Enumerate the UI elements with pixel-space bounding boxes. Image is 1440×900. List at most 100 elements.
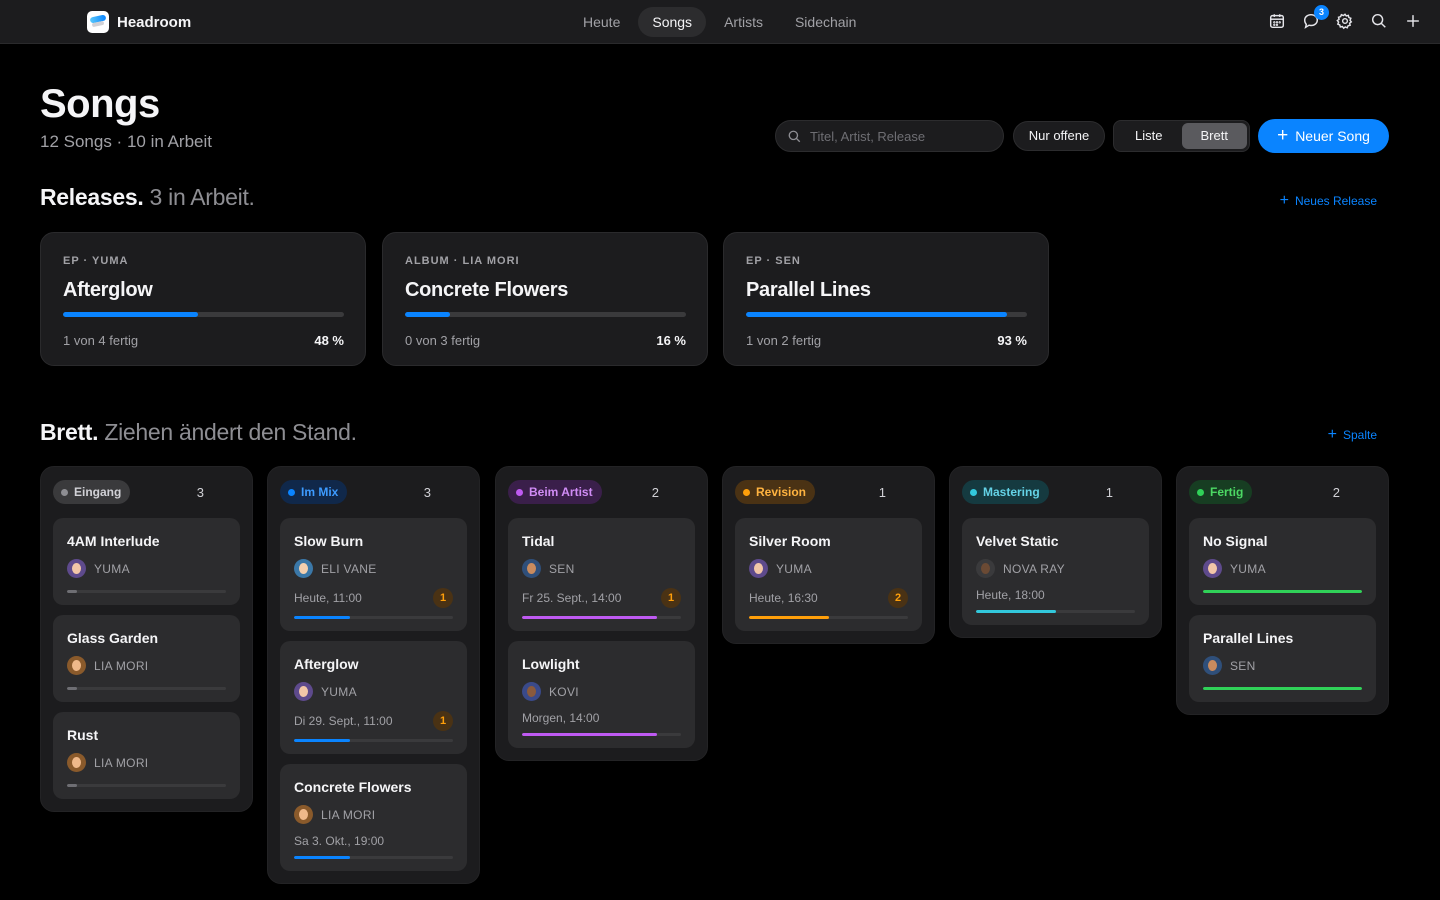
add-column-link[interactable]: + Spalte xyxy=(1328,427,1377,443)
view-board-option[interactable]: Brett xyxy=(1181,123,1247,149)
song-progress-bar xyxy=(67,784,226,787)
avatar xyxy=(67,753,86,772)
comment-count-badge[interactable]: 1 xyxy=(433,711,453,731)
comment-count-badge[interactable]: 2 xyxy=(888,588,908,608)
column-label: Im Mix xyxy=(301,485,339,499)
column-count: 1 xyxy=(1105,484,1113,500)
view-toggle: Liste Brett xyxy=(1113,120,1250,152)
release-percent: 48 % xyxy=(314,333,344,348)
column-label: Beim Artist xyxy=(529,485,593,499)
release-card[interactable]: EP · YUMA Afterglow 1 von 4 fertig 48 % xyxy=(40,232,366,366)
column-header: Mastering 1 xyxy=(962,479,1149,505)
release-kicker: EP · SEN xyxy=(746,255,801,267)
song-card[interactable]: 4AM Interlude YUMA xyxy=(53,518,240,605)
new-release-link[interactable]: + Neues Release xyxy=(1280,193,1377,209)
nav-heute[interactable]: Heute xyxy=(569,7,634,37)
song-meta: Heute, 18:00 xyxy=(976,588,1135,602)
nav-songs[interactable]: Songs xyxy=(638,7,707,37)
song-card[interactable]: Silver Room YUMA Heute, 16:30 2 xyxy=(735,518,922,631)
song-card[interactable]: No Signal YUMA xyxy=(1189,518,1376,605)
song-progress-fill xyxy=(67,784,77,787)
song-progress-bar xyxy=(294,856,453,859)
song-progress-bar xyxy=(294,616,453,619)
song-progress-bar xyxy=(522,616,681,619)
song-artist-name: SEN xyxy=(549,561,575,576)
song-card[interactable]: Slow Burn ELI VANE Heute, 11:00 1 xyxy=(280,518,467,631)
nav-artists[interactable]: Artists xyxy=(710,7,777,37)
nav-sidechain[interactable]: Sidechain xyxy=(781,7,871,37)
song-card[interactable]: Velvet Static NOVA RAY Heute, 18:00 xyxy=(962,518,1149,625)
release-footer: 0 von 3 fertig 16 % xyxy=(405,333,686,348)
column-status-pill[interactable]: Beim Artist xyxy=(508,480,602,504)
board-column-fertig: Fertig 2 No Signal YUMA Parallel Lines SEN xyxy=(1176,466,1389,715)
song-artist-name: YUMA xyxy=(776,561,812,576)
release-kicker: ALBUM · LIA MORI xyxy=(405,255,520,267)
song-due-date: Morgen, 14:00 xyxy=(522,711,600,725)
board-heading-muted: Ziehen ändert den Stand. xyxy=(104,419,357,445)
column-status-pill[interactable]: Revision xyxy=(735,480,816,504)
song-card[interactable]: Tidal SEN Fr 25. Sept., 14:00 1 xyxy=(508,518,695,631)
status-dot-icon xyxy=(1197,488,1204,496)
plus-icon[interactable] xyxy=(1402,10,1424,32)
column-status-pill[interactable]: Eingang xyxy=(53,480,131,504)
song-meta: Heute, 16:30 2 xyxy=(749,588,908,608)
song-artist: SEN xyxy=(522,559,681,578)
song-progress-fill xyxy=(976,610,1056,613)
new-song-label: Neuer Song xyxy=(1295,128,1370,144)
plus-icon: + xyxy=(1327,426,1337,443)
add-column-label: Spalte xyxy=(1342,428,1377,442)
column-status-pill[interactable]: Im Mix xyxy=(280,480,348,504)
avatar xyxy=(294,805,313,824)
search-icon[interactable] xyxy=(1368,10,1390,32)
column-status-pill[interactable]: Fertig xyxy=(1189,480,1253,504)
column-count: 3 xyxy=(423,484,431,500)
song-artist: SEN xyxy=(1203,656,1362,675)
song-artist-name: LIA MORI xyxy=(94,755,149,770)
song-artist-name: KOVI xyxy=(549,684,579,699)
song-card[interactable]: Afterglow YUMA Di 29. Sept., 11:00 1 xyxy=(280,641,467,754)
column-label: Eingang xyxy=(74,485,122,499)
song-card[interactable]: Glass Garden LIA MORI xyxy=(53,615,240,702)
board-column-mastering: Mastering 1 Velvet Static NOVA RAY Heute, 18… xyxy=(949,466,1162,638)
song-meta: Heute, 11:00 1 xyxy=(294,588,453,608)
song-card[interactable]: Parallel Lines SEN xyxy=(1189,615,1376,702)
release-footer: 1 von 2 fertig 93 % xyxy=(746,333,1027,348)
song-progress-bar xyxy=(1203,590,1362,593)
release-card[interactable]: EP · SEN Parallel Lines 1 von 2 fertig 93 % xyxy=(723,232,1049,366)
new-release-label: Neues Release xyxy=(1294,194,1377,208)
gear-icon[interactable] xyxy=(1334,10,1356,32)
comment-count-badge[interactable]: 1 xyxy=(661,588,681,608)
column-status-pill[interactable]: Mastering xyxy=(962,480,1049,504)
calendar-icon[interactable] xyxy=(1266,10,1288,32)
song-meta: Di 29. Sept., 11:00 1 xyxy=(294,711,453,731)
new-song-button[interactable]: + Neuer Song xyxy=(1258,119,1389,153)
song-card[interactable]: Concrete Flowers LIA MORI Sa 3. Okt., 19:0… xyxy=(280,764,467,871)
board-column-im-mix: Im Mix 3 Slow Burn ELI VANE Heute, 11:00 1 Aft… xyxy=(267,466,480,884)
comment-count-badge[interactable]: 1 xyxy=(433,588,453,608)
main-nav: Heute Songs Artists Sidechain xyxy=(569,7,870,37)
brand[interactable]: Headroom xyxy=(87,11,191,33)
song-progress-fill xyxy=(749,616,829,619)
avatar xyxy=(67,559,86,578)
release-card[interactable]: ALBUM · LIA MORI Concrete Flowers 0 von 3 … xyxy=(382,232,708,366)
song-title: Tidal xyxy=(522,533,555,549)
view-list-option[interactable]: Liste xyxy=(1116,123,1182,149)
song-artist: KOVI xyxy=(522,682,681,701)
song-artist-name: YUMA xyxy=(94,561,130,576)
song-due-date: Fr 25. Sept., 14:00 xyxy=(522,591,622,605)
search-input[interactable] xyxy=(810,128,1000,144)
song-due-date: Heute, 11:00 xyxy=(294,591,362,605)
open-only-filter-button[interactable]: Nur offene xyxy=(1013,121,1105,151)
song-title: 4AM Interlude xyxy=(67,533,160,549)
avatar xyxy=(1203,656,1222,675)
song-progress-fill xyxy=(522,616,658,619)
song-card[interactable]: Rust LIA MORI xyxy=(53,712,240,799)
release-progress-text: 1 von 2 fertig xyxy=(746,333,822,348)
messages-icon[interactable]: 3 xyxy=(1300,5,1329,32)
song-progress-bar xyxy=(522,733,681,736)
search-box xyxy=(775,120,1004,152)
song-card[interactable]: Lowlight KOVI Morgen, 14:00 xyxy=(508,641,695,748)
release-percent: 93 % xyxy=(997,333,1027,348)
board-heading: Brett. Ziehen ändert den Stand. xyxy=(40,419,357,446)
avatar xyxy=(67,656,86,675)
